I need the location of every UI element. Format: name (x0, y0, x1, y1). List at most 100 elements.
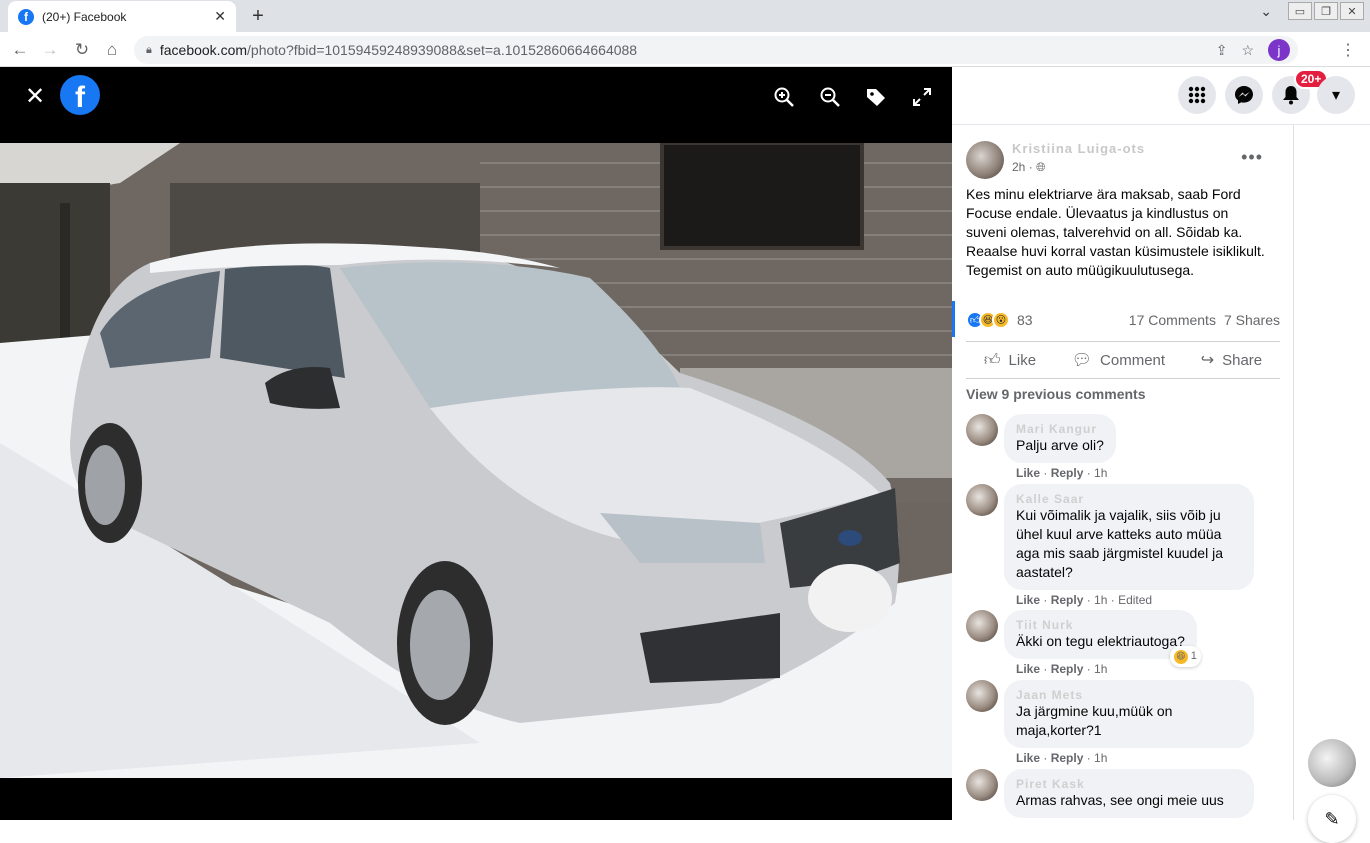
author-avatar[interactable] (966, 141, 1004, 179)
post-header: Kristiina Luiga-ots 2h · 🌐︎ (966, 141, 1145, 179)
url-path: /photo?fbid=10159459248939088&set=a.1015… (247, 42, 638, 58)
forward-icon[interactable]: → (38, 38, 62, 62)
commenter-avatar[interactable] (966, 484, 998, 516)
minimize-button[interactable]: ▭ (1288, 2, 1312, 20)
comment-like-link[interactable]: Like (1016, 662, 1040, 676)
globe-icon: 🌐︎ (1036, 160, 1046, 174)
commenter-avatar[interactable] (966, 610, 998, 642)
home-icon[interactable]: ⌂ (100, 38, 124, 62)
messenger-icon[interactable] (1225, 76, 1263, 114)
comment-body: Mari Kangur Palju arve oli? Like · Reply… (1004, 414, 1116, 480)
comment-reply-link[interactable]: Reply (1051, 662, 1084, 676)
comment-like-link[interactable]: Like (1016, 751, 1040, 765)
comment-time[interactable]: 1h (1094, 751, 1107, 765)
tab-search-chevron-icon[interactable]: ⌄ (1260, 3, 1272, 20)
comment-time[interactable]: 1h (1094, 466, 1107, 480)
share-page-icon[interactable]: ⇪ (1216, 42, 1228, 59)
close-window-button[interactable]: ✕ (1340, 2, 1364, 20)
post-text: Kes minu elektriarve ära maksab, saab Fo… (966, 185, 1266, 280)
comment-reply-link[interactable]: Reply (1051, 593, 1084, 607)
comment-meta: Like · Reply · 1h (1016, 466, 1108, 480)
browser-toolbar: ← → ↻ ⌂ 🔒︎ facebook.com/photo?fbid=10159… (0, 32, 1370, 67)
profile-avatar[interactable]: j (1268, 39, 1290, 61)
browser-menu-icon[interactable]: ⋮ (1340, 40, 1356, 60)
view-previous-comments-link[interactable]: View 9 previous comments (966, 386, 1145, 402)
post-side-panel: Kristiina Luiga-ots 2h · 🌐︎ ••• Kes minu… (952, 125, 1294, 820)
chat-sidebar: ✎ (1294, 125, 1370, 843)
comment-reaction-count: 1 (1190, 650, 1197, 662)
commenter-name[interactable]: Jaan Mets (1016, 688, 1242, 702)
comment-reaction-badge[interactable]: 😆︎ 1 (1169, 646, 1201, 667)
browser-tab[interactable]: f (20+) Facebook ✕ (8, 1, 236, 32)
zoom-in-icon[interactable] (772, 85, 796, 109)
viewer-tools (772, 85, 934, 109)
post-time[interactable]: 2h (1012, 160, 1025, 174)
comment-item: Jaan Mets Ja järgmine kuu,müük on maja,k… (966, 680, 1254, 765)
commenter-name[interactable]: Piret Kask (1016, 777, 1242, 791)
share-arrow-icon: ↪ (1200, 352, 1215, 369)
facebook-favicon-icon: f (18, 8, 34, 25)
comments-count[interactable]: 17 Comments (1129, 312, 1216, 328)
focus-indicator (952, 301, 955, 337)
post-options-icon[interactable]: ••• (1241, 147, 1263, 168)
comment-body: Kalle Saar Kui võimalik ja vajalik, siis… (1004, 484, 1254, 607)
comment-time[interactable]: 1h (1094, 662, 1107, 676)
lock-icon[interactable]: 🔒︎ (146, 44, 152, 57)
tag-icon[interactable] (864, 85, 888, 109)
tab-title: (20+) Facebook (42, 9, 127, 24)
comment-reply-link[interactable]: Reply (1051, 466, 1084, 480)
commenter-avatar[interactable] (966, 769, 998, 801)
menu-grid-icon[interactable] (1178, 76, 1216, 114)
post-actions: 👍︎ Like 💬︎ Comment ↪ Share (966, 341, 1280, 379)
share-label: Share (1222, 351, 1263, 369)
post-stats: 17 Comments 7 Shares (1129, 312, 1280, 328)
address-bar[interactable]: 🔒︎ facebook.com/photo?fbid=1015945924893… (134, 36, 1298, 64)
reload-icon[interactable]: ↻ (70, 38, 94, 62)
zoom-out-icon[interactable] (818, 85, 842, 109)
comment-meta: Like · Reply · 1h (1016, 662, 1108, 676)
commenter-name[interactable]: Kalle Saar (1016, 492, 1242, 506)
url-text: facebook.com/photo?fbid=1015945924893908… (160, 42, 637, 58)
new-message-icon[interactable]: ✎ (1308, 795, 1356, 843)
close-viewer-icon[interactable]: ✕ (22, 83, 48, 110)
post-text-line: Kes minu elektriarve ära maksab, saab Fo… (966, 186, 1243, 240)
comment-like-link[interactable]: Like (1016, 593, 1040, 607)
omnibox-actions: ⇪ ☆ j (1216, 39, 1290, 61)
facebook-top-nav: 20+ ▾ (952, 67, 1370, 125)
share-button[interactable]: ↪ Share (1201, 350, 1262, 370)
post-photo[interactable] (0, 143, 952, 778)
new-tab-button[interactable]: + (246, 4, 270, 28)
bookmark-star-icon[interactable]: ☆ (1241, 42, 1254, 59)
restore-button[interactable]: ❐ (1314, 2, 1338, 20)
reaction-count[interactable]: 83 (1017, 312, 1033, 328)
comment-meta: Like · Reply · 1h (1016, 751, 1108, 765)
comment-button[interactable]: 💬︎ Comment (1072, 350, 1165, 370)
back-icon[interactable]: ← (8, 38, 32, 62)
tab-close-icon[interactable]: ✕ (214, 8, 226, 25)
comment-item: Mari Kangur Palju arve oli? Like · Reply… (966, 414, 1116, 480)
commenter-avatar[interactable] (966, 414, 998, 446)
comment-text: Äkki on tegu elektriautoga? (1016, 633, 1185, 649)
reaction-summary: 👍︎ 😆︎ 😮︎ 83 17 Comments 7 Shares (966, 311, 1280, 329)
chat-head-avatar[interactable] (1308, 739, 1356, 787)
car-photo-illustration (0, 143, 952, 778)
comment-like-link[interactable]: Like (1016, 466, 1040, 480)
comment-bubble: Piret Kask Armas rahvas, see ongi meie u… (1004, 769, 1254, 818)
account-dropdown-icon[interactable]: ▾ (1317, 76, 1355, 114)
commenter-name[interactable]: Tiit Nurk (1016, 618, 1185, 632)
fullscreen-icon[interactable] (910, 85, 934, 109)
like-button[interactable]: 👍︎ Like (984, 351, 1036, 370)
facebook-logo-icon[interactable]: f (60, 75, 100, 115)
comment-body: Piret Kask Armas rahvas, see ongi meie u… (1004, 769, 1254, 818)
comment-bubble: Mari Kangur Palju arve oli? (1004, 414, 1116, 463)
commenter-avatar[interactable] (966, 680, 998, 712)
comment-item: Tiit Nurk Äkki on tegu elektriautoga? 😆︎… (966, 610, 1201, 676)
comment-time[interactable]: 1h (1094, 593, 1107, 607)
comment-text: Kui võimalik ja vajalik, siis võib ju üh… (1016, 507, 1223, 580)
browser-tab-strip: f (20+) Facebook ✕ + ⌄ ▭ ❐ ✕ (0, 0, 1370, 32)
comment-reply-link[interactable]: Reply (1051, 751, 1084, 765)
reaction-icons[interactable]: 👍︎ 😆︎ 😮︎ (966, 311, 1010, 329)
shares-count[interactable]: 7 Shares (1224, 312, 1280, 328)
commenter-name[interactable]: Mari Kangur (1016, 422, 1104, 436)
author-name[interactable]: Kristiina Luiga-ots (1012, 141, 1145, 156)
